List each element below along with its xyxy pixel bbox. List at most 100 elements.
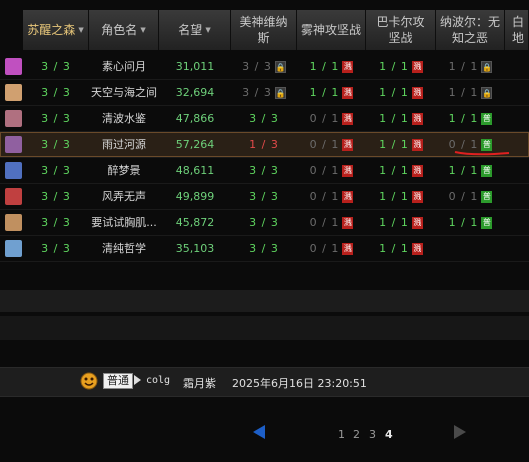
bakal-progress: 1 / 1 [379,86,409,99]
table-row[interactable]: 3 / 3 醉梦景 48,611 3 / 3 0 / 1溅 1 / 1溅 1 /… [0,158,529,184]
nabol-progress: 1 / 1 [448,112,479,125]
table-row[interactable]: 3 / 3 清纯哲学 35,103 3 / 3 0 / 1溅 1 / 1溅 [0,236,529,262]
character-name[interactable]: 天空与海之间 [89,80,159,105]
dungeon-mark-icon: 溅 [411,113,423,125]
venus-cell: 3 / 3 [231,210,297,235]
normal-mode-icon: 普 [481,217,493,229]
character-avatar [5,214,22,231]
page-link-2[interactable]: 2 [353,428,360,441]
nabol-cell: 1 / 1 🔒 [436,80,505,105]
empty-row [0,316,529,340]
nabol-cell: 1 / 1普 [436,106,505,131]
venus-cell: 3 / 3 [231,106,297,131]
column-header-fame[interactable]: 名望 ▼ [159,10,231,50]
chevron-down-icon: ▼ [78,26,84,34]
bakal-progress: 1 / 1 [379,216,409,229]
bakal-cell: 1 / 1溅 [366,132,436,157]
venus-cell: 3 / 3 [231,184,297,209]
venus-progress: 3 / 3 [242,60,272,73]
column-header-bakal-raid[interactable]: 巴卡尔攻坚战 [366,10,436,50]
column-label: 美神维纳斯 [239,15,288,45]
column-header-fog-raid[interactable]: 雾神攻坚战 [297,10,366,50]
venus-cell: 3 / 3 [231,236,297,261]
character-name[interactable]: 清纯哲学 [89,236,159,261]
fog-cell: 0 / 1溅 [297,210,366,235]
normal-mode-icon: 普 [481,165,493,177]
venus-progress: 3 / 3 [249,190,279,203]
table-row[interactable]: 3 / 3 天空与海之间 32,694 3 / 3 🔒 1 / 1溅 1 / 1溅… [0,80,529,106]
nabol-cell: 1 / 1普 [436,158,505,183]
table-row[interactable]: 3 / 3 要试试胸肌... 45,872 3 / 3 0 / 1溅 1 / 1… [0,210,529,236]
next-page-arrow-icon[interactable] [454,425,466,439]
sunrise-forest-progress: 3 / 3 [41,112,71,125]
fame-value: 31,011 [175,60,215,73]
fog-cell: 1 / 1溅 [297,54,366,79]
venus-cell: 3 / 3 🔒 [231,80,297,105]
bakal-progress: 1 / 1 [379,60,409,73]
nabol-cell: 1 / 1 🔒 [436,54,505,79]
page-link-1[interactable]: 1 [338,428,345,441]
fame-value: 32,694 [175,86,215,99]
dungeon-mark-icon: 溅 [411,61,423,73]
bakal-progress: 1 / 1 [379,138,409,151]
venus-progress: 3 / 3 [249,216,279,229]
column-header-sunrise-forest[interactable]: 苏醒之森 ▼ [23,10,89,50]
fog-cell: 0 / 1溅 [297,184,366,209]
raid-progress-panel: 苏醒之森 ▼ 角色名 ▼ 名望 ▼ 美神维纳斯 雾神攻坚战 巴卡尔攻坚战 纳波尔：无知… [0,0,529,462]
table-row[interactable]: 3 / 3 雨过河源 57,264 1 / 3 0 / 1溅 1 / 1溅 0 … [0,132,529,158]
character-avatar [5,58,22,75]
dungeon-mark-icon: 溅 [342,61,354,73]
character-name[interactable]: 雨过河源 [89,132,159,157]
fog-progress: 0 / 1 [309,216,340,229]
character-name[interactable]: 风弄无声 [89,184,159,209]
character-avatar [5,110,22,127]
character-table-body: 3 / 3 素心问月 31,011 3 / 3 🔒 1 / 1溅 1 / 1溅 1… [0,54,529,262]
nabol-progress: 1 / 1 [448,60,479,73]
table-row[interactable]: 3 / 3 素心问月 31,011 3 / 3 🔒 1 / 1溅 1 / 1溅 1… [0,54,529,80]
character-name[interactable]: 素心问月 [89,54,159,79]
sunrise-forest-progress: 3 / 3 [41,164,71,177]
nabol-progress: 1 / 1 [448,216,479,229]
fog-progress: 0 / 1 [309,112,340,125]
character-name[interactable]: 醉梦景 [89,158,159,183]
fog-cell: 0 / 1溅 [297,158,366,183]
column-header-character-name[interactable]: 角色名 ▼ [89,10,159,50]
emoji-face-icon[interactable] [80,372,98,390]
bakal-progress: 1 / 1 [379,242,409,255]
venus-progress: 3 / 3 [242,86,272,99]
bakal-progress: 1 / 1 [379,112,409,125]
channel-tag[interactable]: 普通 [103,373,133,389]
bakal-cell: 1 / 1溅 [366,184,436,209]
fog-cell: 0 / 1溅 [297,236,366,261]
bakal-cell: 1 / 1溅 [366,106,436,131]
dungeon-mark-icon: 溅 [342,87,354,99]
venus-cell: 1 / 3 [231,132,297,157]
fog-cell: 0 / 1溅 [297,106,366,131]
bakal-cell: 1 / 1溅 [366,158,436,183]
character-name[interactable]: 清波水鉴 [89,106,159,131]
bakal-progress: 1 / 1 [379,164,409,177]
venus-progress: 3 / 3 [249,242,279,255]
page-link-4-current[interactable]: 4 [385,428,393,441]
chat-username[interactable]: colg [146,375,170,386]
column-header-nabol[interactable]: 纳波尔：无知之恶 [436,10,505,50]
page-link-3[interactable]: 3 [369,428,376,441]
table-row[interactable]: 3 / 3 风弄无声 49,899 3 / 3 0 / 1溅 1 / 1溅 0 … [0,184,529,210]
character-name[interactable]: 要试试胸肌... [89,210,159,235]
fame-value: 47,866 [175,112,215,125]
prev-page-arrow-icon[interactable] [253,425,265,439]
dungeon-mark-icon: 溅 [411,191,423,203]
column-label: 苏醒之森 [27,23,76,37]
sunrise-forest-progress: 3 / 3 [41,86,71,99]
lock-icon: 🔒 [274,87,286,99]
fame-value: 49,899 [175,190,215,203]
column-header-truncated[interactable]: 白地 [505,10,529,50]
bakal-cell: 1 / 1溅 [366,54,436,79]
venus-progress: 3 / 3 [249,164,279,177]
dungeon-mark-icon: 溅 [411,165,423,177]
column-header-venus[interactable]: 美神维纳斯 [231,10,297,50]
table-row[interactable]: 3 / 3 清波水鉴 47,866 3 / 3 0 / 1溅 1 / 1溅 1 … [0,106,529,132]
dungeon-mark-icon: 溅 [411,139,423,151]
venus-cell: 3 / 3 🔒 [231,54,297,79]
dungeon-mark-icon: 溅 [342,191,354,203]
